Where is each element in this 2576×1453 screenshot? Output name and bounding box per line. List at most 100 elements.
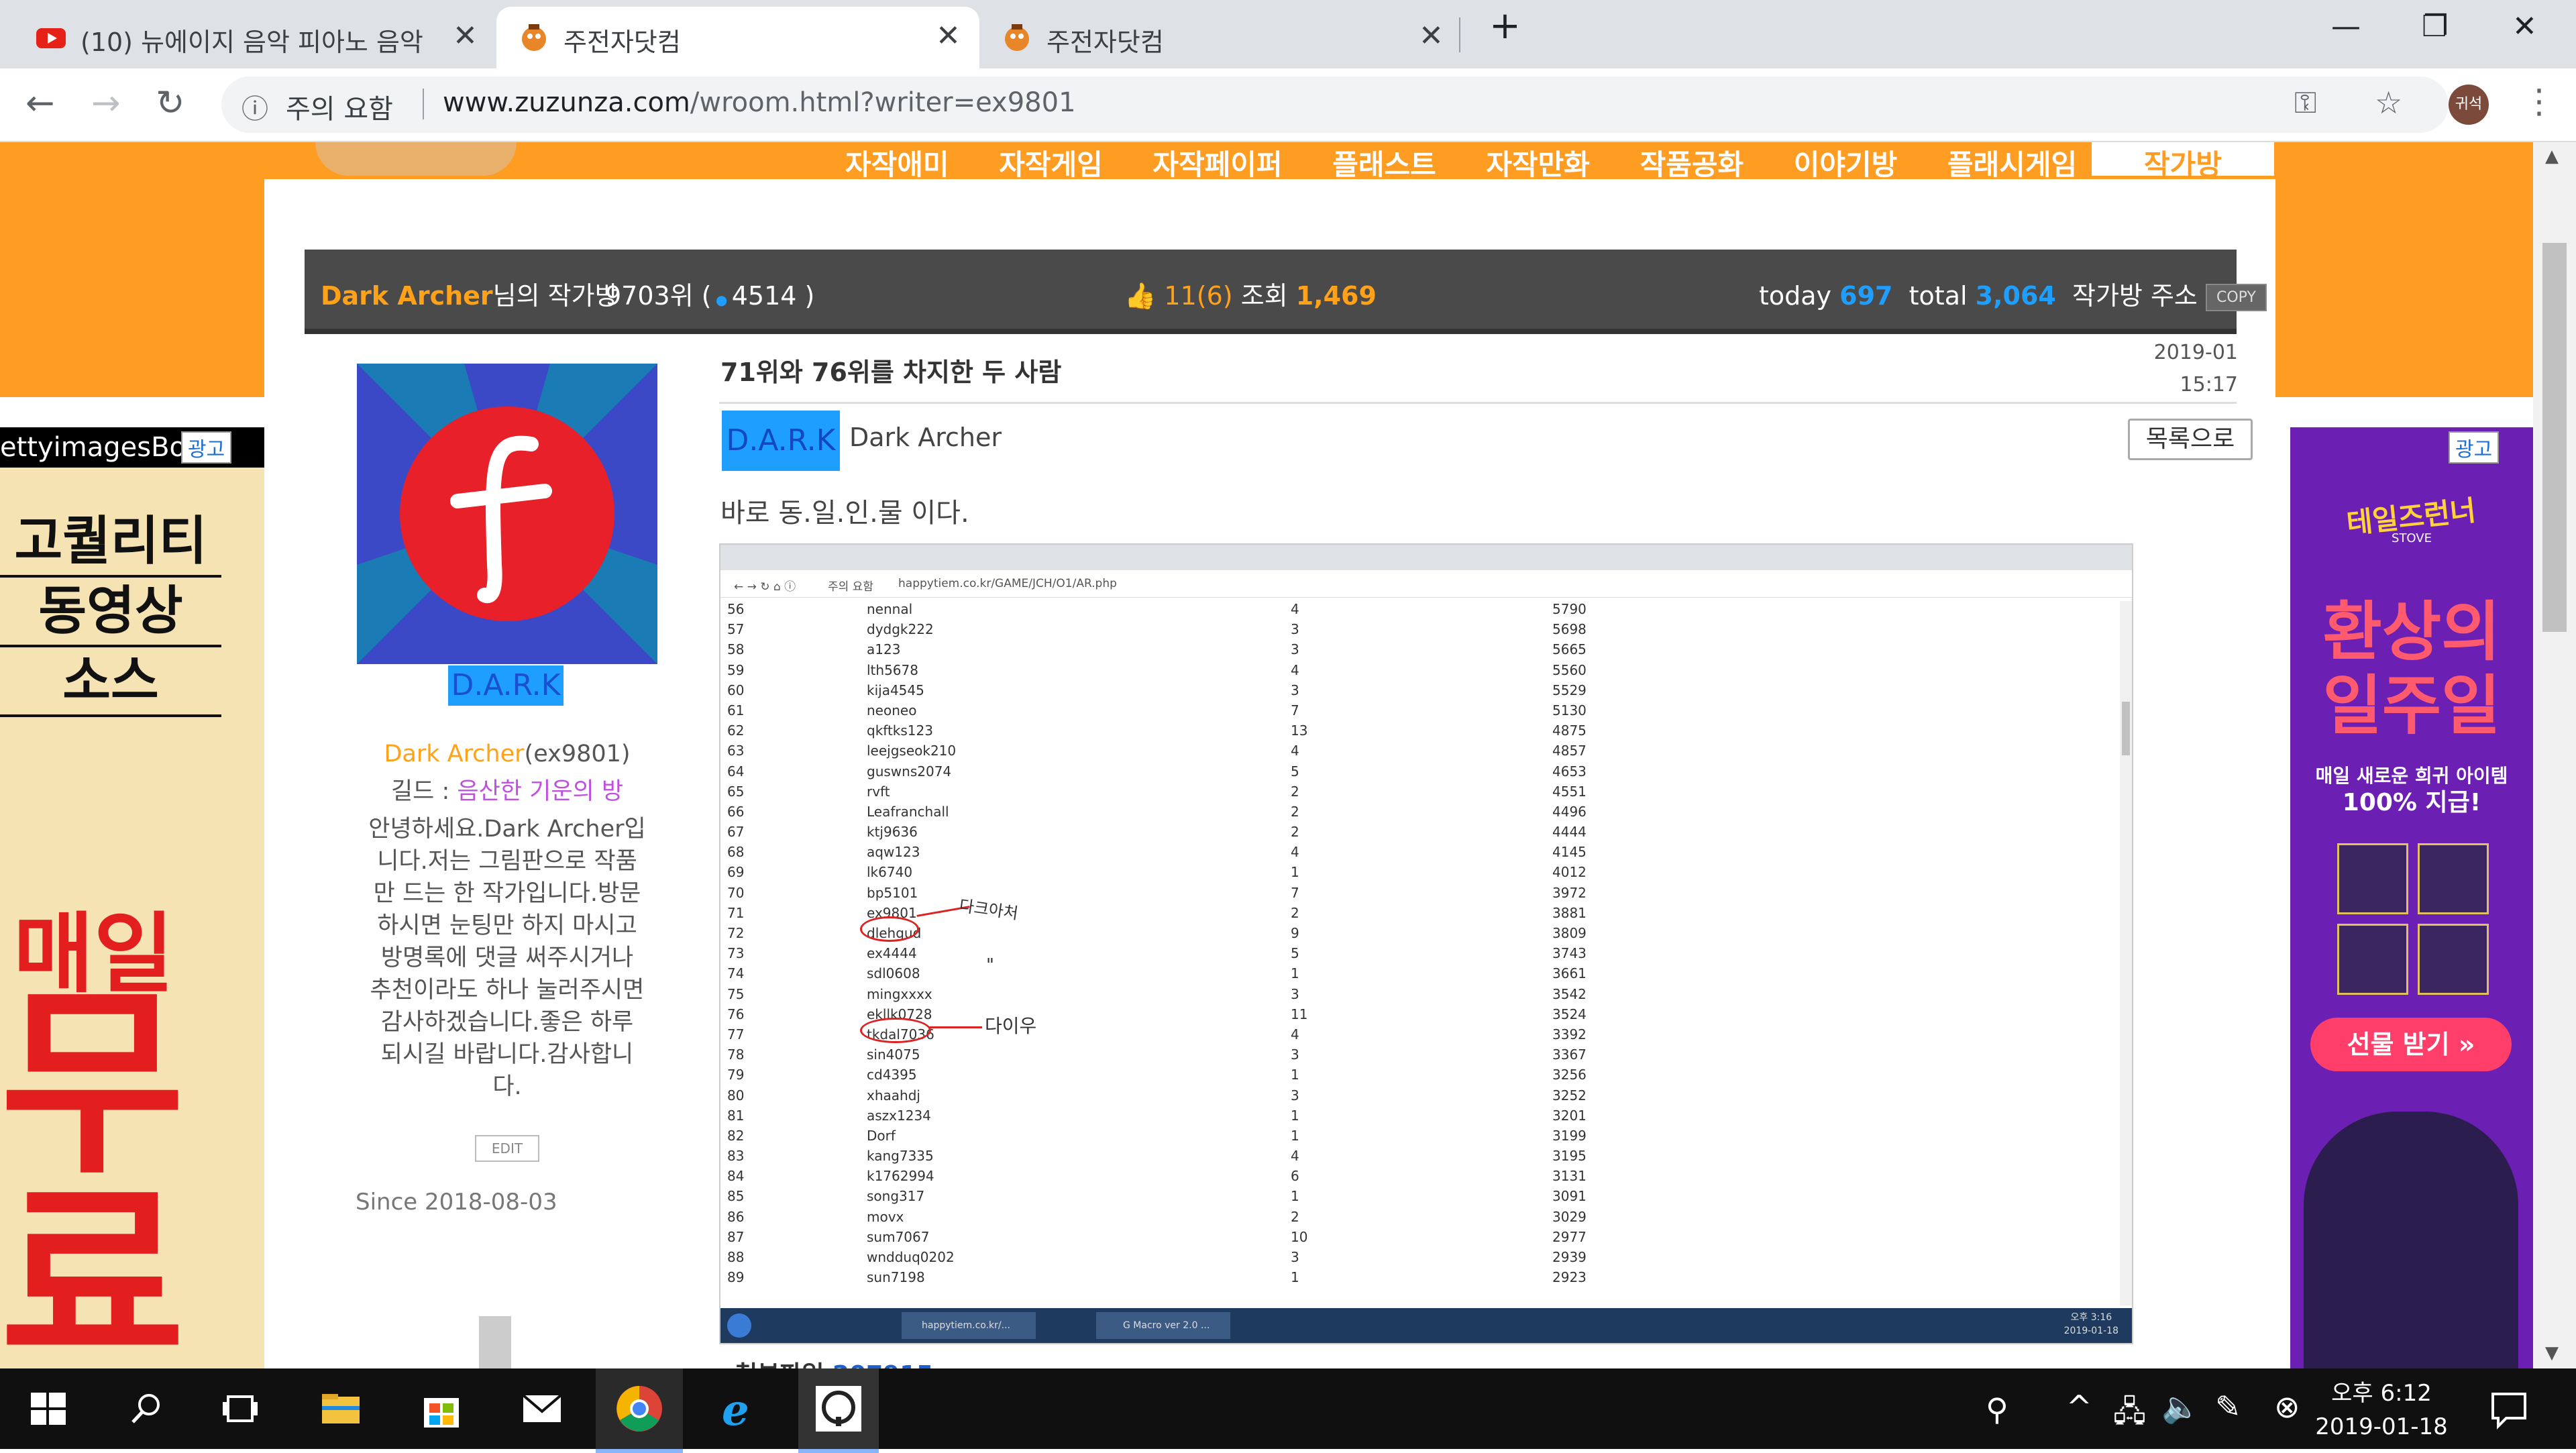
score-cell: 2923 (1552, 1269, 1587, 1286)
nav-item[interactable]: 플래스트 (1332, 148, 1436, 181)
site-logo[interactable] (315, 142, 517, 176)
author-badge[interactable]: D.A.R.K (722, 411, 840, 471)
userid-cell: guswns2074 (867, 763, 952, 779)
shot-nav-icons: ← → ↻ ⌂ ⓘ (734, 580, 796, 594)
count-cell: 3 (1291, 621, 1299, 638)
search-icon[interactable] (119, 1382, 173, 1436)
tab-divider (1459, 17, 1460, 52)
profile-author-link[interactable]: Dark Archer (384, 741, 524, 767)
people-icon[interactable]: ⚲ (1986, 1391, 2008, 1428)
menu-kebab-icon[interactable]: ⋮ (2522, 82, 2556, 121)
tab-youtube[interactable]: (10) 뉴에이지 음악 피아노 음악 ✕ (13, 7, 496, 68)
ad-label[interactable]: 광고 (181, 431, 232, 464)
shot-addressbar: ← → ↻ ⌂ ⓘ 주의 요함 happytiem.co.kr/GAME/JCH… (720, 572, 2132, 598)
score-cell: 4551 (1552, 783, 1587, 800)
article-body: 바로 동.일.인.물 이다. (720, 498, 969, 529)
scrollbar-thumb[interactable] (2542, 243, 2567, 632)
new-tab-button[interactable]: + (1489, 4, 1521, 48)
ad-publisher: STOVE (2392, 531, 2432, 545)
windows-start-icon[interactable] (21, 1382, 75, 1436)
rank-cell: 73 (727, 945, 745, 962)
mail-icon[interactable] (515, 1382, 569, 1436)
guild-link[interactable]: 음산한 기운의 방 (457, 778, 623, 805)
shot-table-row: 76 ekllk0728 11 3524 (720, 1005, 2116, 1025)
shot-table-row: 58 a123 3 5665 (720, 640, 2116, 660)
nav-item-active[interactable]: 작가방 (2092, 142, 2274, 181)
count-cell: 3 (1291, 1087, 1299, 1104)
nav-item[interactable]: 플래시게임 (1947, 148, 2077, 181)
scroll-down-icon[interactable]: ▼ (2545, 1343, 2559, 1363)
clock-date: 2019-01-18 (2315, 1413, 2448, 1440)
scroll-up-icon[interactable]: ▲ (2545, 146, 2559, 166)
annotation-circle (860, 1018, 931, 1043)
notifications-icon[interactable] (2482, 1382, 2536, 1436)
shot-url: happytiem.co.kr/GAME/JCH/O1/AR.php (898, 577, 1117, 590)
nav-item[interactable]: 자작만화 (1486, 148, 1590, 181)
ad-cta-button[interactable]: 선물 받기 » (2310, 1018, 2512, 1071)
minimize-icon[interactable]: — (2331, 9, 2361, 44)
shot-table-row: 80 xhaahdj 3 3252 (720, 1086, 2116, 1106)
close-tab-icon[interactable]: ✕ (936, 19, 961, 53)
edit-profile-button[interactable]: EDIT (475, 1135, 539, 1162)
internet-explorer-icon[interactable]: e (712, 1382, 766, 1436)
bookmark-star-icon[interactable]: ☆ (2375, 85, 2402, 121)
security-label: 주의 요함 (286, 94, 393, 125)
tray-chevron-icon[interactable]: ^ (2066, 1389, 2092, 1425)
address-bar[interactable]: ⓘ 주의 요함 www.zuzunza.com/wroom.html?write… (221, 76, 2449, 133)
shot-table-row: 59 lth5678 4 5560 (720, 661, 2116, 681)
score-cell: 3131 (1552, 1168, 1587, 1185)
nav-item[interactable]: 자작페이퍼 (1152, 148, 1282, 181)
svg-text:e: e (722, 1385, 749, 1436)
ad-label[interactable]: 광고 (2449, 431, 2500, 464)
browser-toolbar: ← → ↻ ⓘ 주의 요함 www.zuzunza.com/wroom.html… (0, 68, 2576, 142)
tab-zuzunza[interactable]: 주전자닷컴 ✕ (979, 7, 1462, 68)
info-icon[interactable]: ⓘ (241, 87, 268, 126)
nav-item[interactable]: 자작애미 (845, 148, 949, 181)
taskbar-clock[interactable]: 오후 6:12 2019-01-18 (2301, 1377, 2462, 1444)
header-author-name[interactable]: Dark Archer (321, 281, 493, 311)
ad-banner-right[interactable]: 광고 테일즈런너 STOVE 환상의 일주일 매일 새로운 희귀 아이템 100… (2290, 427, 2533, 1368)
task-view-icon[interactable] (213, 1382, 267, 1436)
reload-icon[interactable]: ↻ (156, 83, 185, 123)
key-icon[interactable]: ⚿ (2294, 86, 2316, 120)
pen-icon[interactable]: ✎ (2215, 1389, 2241, 1425)
list-button[interactable]: 목록으로 (2128, 419, 2253, 460)
rank-cell: 80 (727, 1087, 745, 1104)
url-text[interactable]: www.zuzunza.com/wroom.html?writer=ex9801 (443, 87, 1076, 118)
volume-icon[interactable]: 🔈 (2161, 1389, 2200, 1425)
nav-item[interactable]: 자작게임 (999, 148, 1103, 181)
score-cell: 4012 (1552, 864, 1587, 881)
close-tab-icon[interactable]: ✕ (453, 19, 478, 53)
tab-zuzunza-active[interactable]: 주전자닷컴 ✕ (496, 7, 979, 68)
profile-avatar[interactable]: 귀석 (2449, 85, 2489, 125)
nav-item[interactable]: 작품공화 (1640, 148, 1744, 181)
back-icon[interactable]: ← (25, 83, 55, 123)
header-stats: today 697 total 3,064 작가방 주소 COPY (1759, 275, 2267, 312)
app-taskbar-item[interactable] (798, 1368, 879, 1453)
forward-icon[interactable]: → (91, 83, 121, 123)
article-author[interactable]: Dark Archer (849, 423, 1002, 452)
attachment-link[interactable]: 207915 (833, 1361, 933, 1368)
store-icon[interactable] (415, 1382, 468, 1436)
nav-item[interactable]: 이야기방 (1794, 148, 1898, 181)
rank-cell: 72 (727, 925, 745, 941)
tray-app-icon[interactable]: ⊗ (2274, 1389, 2300, 1425)
page-scrollbar[interactable]: ▲ ▼ (2533, 142, 2576, 1368)
webpage: 자작애미 자작게임 자작페이퍼 플래스트 자작만화 작품공화 이야기방 플래시게… (0, 142, 2533, 1368)
chrome-taskbar-active[interactable] (596, 1368, 683, 1453)
ad-banner-left[interactable]: ettyimagesBo 광고 고퀄리티 동영상 소스 매일 무 료 (0, 427, 264, 1368)
profile-widget-stub (479, 1316, 511, 1368)
window-close-icon[interactable]: ✕ (2512, 9, 2537, 44)
rank-cell: 66 (727, 803, 745, 820)
restore-icon[interactable]: ❐ (2422, 9, 2448, 44)
shot-table-row: 70 bp5101 7 3972 (720, 883, 2116, 904)
count-cell: 10 (1291, 1228, 1308, 1245)
file-explorer-icon[interactable] (314, 1382, 368, 1436)
shot-taskbar: happytiem.co.kr/... G Macro ver 2.0 ... … (720, 1308, 2132, 1343)
copy-button[interactable]: COPY (2206, 284, 2267, 311)
attachment-row: 첨부파일 207915 (735, 1355, 933, 1368)
network-icon[interactable]: 🖧 (2113, 1390, 2146, 1440)
author-avatar[interactable] (357, 364, 657, 664)
close-tab-icon[interactable]: ✕ (1419, 19, 1444, 53)
userid-cell: ktj9636 (867, 824, 918, 841)
